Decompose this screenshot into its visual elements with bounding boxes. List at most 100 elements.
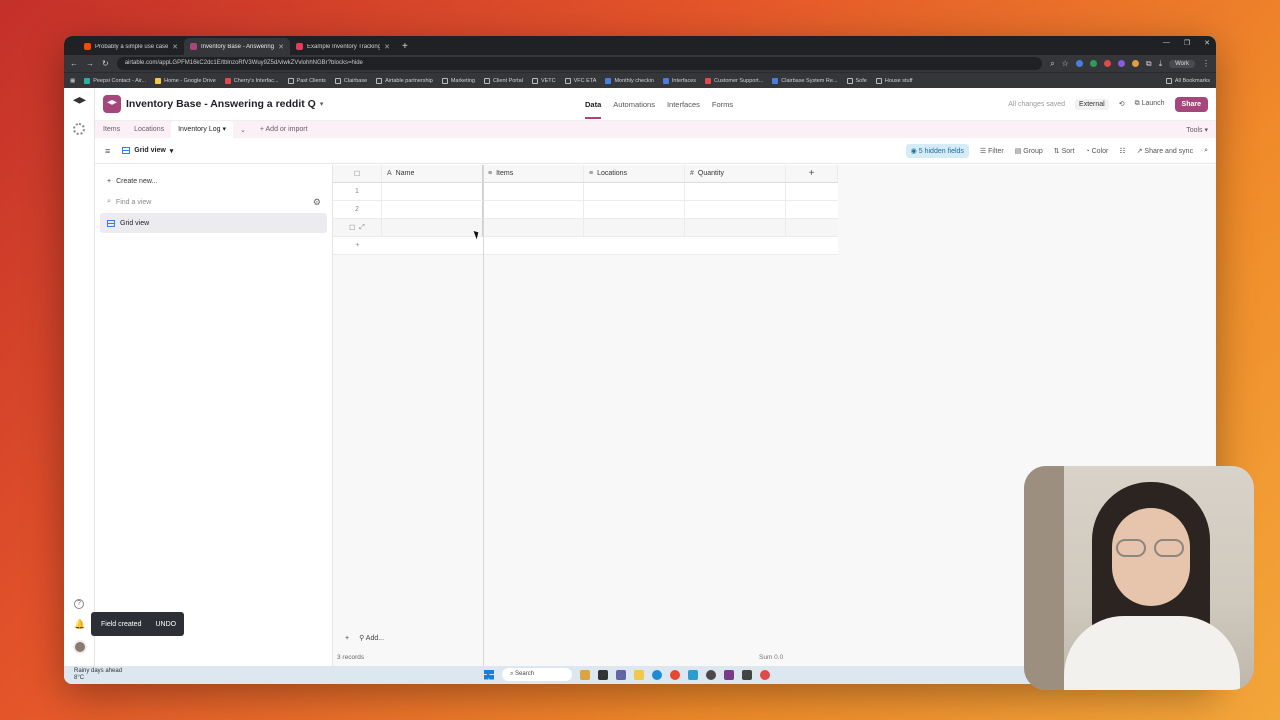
bookmark[interactable]: Customer Support... (705, 77, 763, 84)
cell-locations[interactable] (584, 219, 685, 236)
menu-icon[interactable]: ⋮ (1202, 59, 1210, 68)
extension-icon[interactable] (1103, 60, 1111, 67)
table-tab-inventory-log[interactable]: Inventory Log ▾ (171, 121, 233, 138)
column-header-quantity[interactable]: # Quantity (685, 165, 786, 182)
puzzle-icon[interactable]: ⧉ (1146, 59, 1152, 69)
url-bar[interactable]: airtable.com/appLGPFM16kC2dc1E/tblnzoRfV… (116, 57, 1043, 70)
close-tab-icon[interactable]: ✕ (384, 43, 390, 51)
app-icon[interactable] (580, 669, 590, 680)
share-button[interactable]: Share (1174, 96, 1208, 112)
bookmark[interactable]: Monthly checkin (605, 77, 654, 84)
cell-locations[interactable] (584, 183, 685, 200)
row-controls[interactable]: ☐ ⤢ (333, 219, 382, 236)
cell-locations[interactable] (584, 201, 685, 218)
table-row[interactable]: 2 (333, 201, 838, 219)
browser-tab-active[interactable]: Inventory Base - Answering a re ✕ (184, 38, 290, 55)
cell-quantity[interactable] (685, 183, 786, 200)
tools-menu[interactable]: Tools ▾ (1186, 126, 1208, 134)
cell-items[interactable] (483, 201, 584, 218)
profile-button[interactable]: Work (1169, 59, 1195, 68)
extension-icon[interactable] (1075, 60, 1083, 67)
column-header-items[interactable]: ≡ Items (483, 165, 584, 182)
undo-button[interactable]: UNDO (155, 621, 176, 628)
add-record-button[interactable]: + (333, 237, 382, 254)
bookmark[interactable]: Clairbase System Re... (772, 77, 838, 84)
cell-name[interactable] (382, 183, 483, 200)
back-icon[interactable]: ← (70, 59, 78, 68)
footer-add-button[interactable]: ⚲ Add... (359, 634, 384, 642)
bookmark-folder[interactable]: VETC (531, 77, 556, 84)
bookmark[interactable]: Home - Google Drive (155, 77, 216, 84)
chevron-down-icon[interactable]: ▾ (320, 100, 324, 108)
select-all-checkbox[interactable]: ☐ (333, 165, 382, 182)
bookmark-folder[interactable]: Marketing (441, 77, 475, 84)
download-icon[interactable]: ⤓ (1159, 59, 1163, 69)
table-row[interactable]: 1 (333, 183, 838, 201)
app-icon[interactable] (598, 669, 608, 680)
forward-icon[interactable]: → (86, 59, 94, 68)
apps-icon[interactable]: ▦ (70, 78, 75, 84)
new-tab-button[interactable]: + (396, 38, 414, 55)
add-row-space[interactable] (382, 237, 786, 254)
create-new-button[interactable]: + Create new... (100, 171, 327, 191)
column-header-name[interactable]: A Name (382, 165, 483, 182)
add-field-button[interactable]: + (786, 165, 838, 182)
weather-widget[interactable]: Rainy days ahead 8°C (74, 668, 122, 682)
bookmark-folder[interactable]: Past Clients (287, 77, 326, 84)
extension-icon[interactable] (1089, 60, 1097, 67)
color-button[interactable]: ◔ Color (1085, 148, 1108, 155)
tab-automations[interactable]: Automations (613, 100, 655, 109)
bookmark-folder[interactable]: Clairbase (334, 77, 367, 84)
filter-button[interactable]: ☰ Filter (980, 147, 1004, 155)
row-height-icon[interactable]: ☷ (1119, 147, 1125, 155)
bookmark-star-icon[interactable]: ☆ (1062, 59, 1069, 68)
cell-name[interactable] (382, 201, 483, 218)
windows-start-icon[interactable] (484, 669, 494, 680)
bookmark-folder[interactable]: VFC ETA (564, 77, 596, 84)
launch-button[interactable]: ⧉ Launch (1135, 100, 1165, 108)
bookmark[interactable]: Peepsi Contact - Air... (84, 77, 146, 84)
chrome-icon[interactable] (670, 669, 680, 680)
zoom-icon[interactable]: ⌕ (1050, 59, 1054, 69)
bell-icon[interactable]: 🔔 (74, 619, 85, 629)
cell-name[interactable] (382, 219, 483, 236)
column-header-locations[interactable]: ≡ Locations (584, 165, 685, 182)
base-name[interactable]: Inventory Base - Answering a reddit Q (126, 98, 316, 110)
browser-tab[interactable]: Example Inventory Tracking: In ✕ (290, 38, 396, 55)
add-import-button[interactable]: + Add or import (260, 126, 308, 133)
view-switcher[interactable]: Grid view ▾ (122, 147, 173, 155)
slack-icon[interactable] (724, 669, 734, 680)
bookmark[interactable]: Cherry's Interfac... (224, 77, 279, 84)
file-explorer-icon[interactable] (634, 669, 644, 680)
edge-icon[interactable] (652, 669, 662, 680)
all-bookmarks[interactable]: All Bookmarks (1165, 77, 1210, 84)
table-tab-items[interactable]: Items (103, 126, 120, 133)
share-sync-button[interactable]: ↗ Share and sync (1137, 147, 1193, 155)
app-icon[interactable] (760, 669, 770, 680)
app-icon[interactable] (742, 669, 752, 680)
app-icon[interactable] (706, 669, 716, 680)
bookmark-folder[interactable]: Client Portal (483, 77, 523, 84)
table-row-hovered[interactable]: ☐ ⤢ (333, 219, 838, 237)
reload-icon[interactable]: ↻ (102, 59, 109, 68)
extension-icon[interactable] (1117, 60, 1125, 67)
tab-interfaces[interactable]: Interfaces (667, 100, 700, 109)
quantity-sum[interactable]: Sum 0.0 (759, 654, 783, 661)
cell-quantity[interactable] (685, 219, 786, 236)
cell-quantity[interactable] (685, 201, 786, 218)
extension-icon[interactable] (1131, 60, 1139, 67)
bookmark-folder[interactable]: Airtable partnership (376, 77, 433, 84)
add-row[interactable]: + (333, 237, 838, 255)
history-icon[interactable]: ⟲ (1119, 100, 1125, 108)
table-tab-locations[interactable]: Locations (134, 126, 164, 133)
bookmark[interactable]: Interfaces (662, 77, 696, 84)
teams-icon[interactable] (616, 669, 626, 680)
cell-items[interactable] (483, 183, 584, 200)
group-button[interactable]: ▤ Group (1015, 147, 1043, 155)
avatar[interactable] (73, 640, 87, 654)
close-tab-icon[interactable]: ✕ (172, 43, 178, 51)
minimize-icon[interactable]: — (1163, 39, 1170, 47)
taskbar-search[interactable]: ⌕ Search (502, 668, 572, 681)
hamburger-icon[interactable]: ≡ (105, 146, 110, 156)
close-window-icon[interactable]: ✕ (1204, 39, 1210, 47)
